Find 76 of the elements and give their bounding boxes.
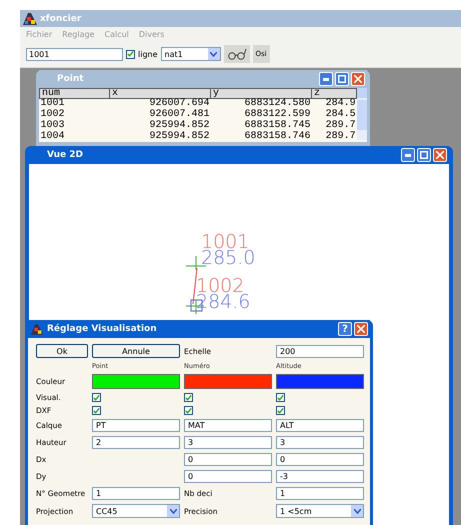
app-logo-icon xyxy=(22,12,38,26)
checkbox[interactable] xyxy=(276,406,285,415)
maximize-icon xyxy=(420,151,428,159)
table-cell-text: 284.5 xyxy=(324,110,357,120)
close-button[interactable] xyxy=(351,72,365,86)
close-icon xyxy=(354,75,362,83)
projection-select[interactable]: CC45 xyxy=(92,504,180,518)
table-cell-text: 289.7 xyxy=(324,131,357,142)
table-cell-text: 925994.852 xyxy=(148,131,210,142)
point-number-field[interactable]: 1001 xyxy=(26,48,123,60)
minimize-button[interactable] xyxy=(401,148,415,162)
close-button[interactable] xyxy=(433,148,447,162)
table-cell: 926007.694 xyxy=(110,98,210,110)
checkbox[interactable] xyxy=(92,406,101,415)
close-icon xyxy=(436,151,444,159)
color-swatch[interactable] xyxy=(92,374,180,389)
window-title: xfoncier xyxy=(40,14,82,24)
hauteur-field[interactable]: 2 xyxy=(92,436,180,449)
geometre-field[interactable]: 1 xyxy=(92,487,180,500)
window-title: Vue 2D xyxy=(47,150,84,160)
vertical-scrollbar[interactable] xyxy=(357,88,367,140)
calque-field[interactable]: ALT xyxy=(276,419,364,432)
column-header[interactable]: z xyxy=(312,88,357,98)
window-title: Réglage Visualisation xyxy=(47,324,157,334)
dy-field[interactable]: -3 xyxy=(276,470,364,483)
table-cell: 284.9 xyxy=(312,98,357,110)
link-line xyxy=(192,268,198,304)
nature-select[interactable]: nat1 xyxy=(160,47,221,61)
close-button[interactable] xyxy=(354,322,368,336)
color-swatch[interactable] xyxy=(184,374,272,389)
calque-field[interactable]: PT xyxy=(92,419,180,432)
dy-field[interactable]: 0 xyxy=(184,470,272,483)
checkbox[interactable] xyxy=(184,393,193,402)
checkbox[interactable] xyxy=(184,406,193,415)
checkbox[interactable] xyxy=(276,393,285,402)
table-cell-text: 289.7 xyxy=(324,120,357,131)
checkbox[interactable] xyxy=(92,393,101,402)
scale-field[interactable]: 200 xyxy=(276,344,364,358)
glasses-icon xyxy=(226,48,247,60)
line-checkbox[interactable] xyxy=(126,50,135,58)
table-cell: 1001 xyxy=(40,98,110,110)
calque-field[interactable]: MAT xyxy=(184,419,272,432)
minimize-icon xyxy=(405,154,411,156)
precision-select[interactable]: 1 <5cm xyxy=(276,504,364,518)
checkbox-label: ligne xyxy=(138,50,158,58)
column-header[interactable]: y xyxy=(210,88,312,98)
cancel-button[interactable]: Annule xyxy=(92,344,180,358)
checkmark-icon xyxy=(127,50,134,58)
table-cell-text: 6883122.599 xyxy=(243,110,312,120)
dx-field[interactable]: 0 xyxy=(276,453,364,466)
color-swatch[interactable] xyxy=(276,374,364,389)
maximize-icon xyxy=(338,75,346,83)
maximize-button[interactable] xyxy=(417,148,431,162)
help-button[interactable]: ? xyxy=(338,322,352,336)
maximize-button[interactable] xyxy=(335,72,349,86)
dx-field[interactable]: 0 xyxy=(184,453,272,466)
minimize-button[interactable] xyxy=(319,72,333,86)
minimize-icon xyxy=(323,78,329,80)
decimals-field[interactable]: 1 xyxy=(276,487,364,500)
table-cell-text: 1002 xyxy=(40,110,66,120)
table-cell-text: 6883158.745 xyxy=(243,120,312,131)
hauteur-field[interactable]: 3 xyxy=(276,436,364,449)
table-cell-text: 925994.852 xyxy=(148,120,210,131)
column-header[interactable]: num xyxy=(40,88,110,98)
table-cell: 6883124.580 xyxy=(210,98,312,110)
glasses-button[interactable] xyxy=(224,45,250,63)
table-cell-text: 926007.481 xyxy=(148,110,210,120)
table-cell-text: 1003 xyxy=(40,120,66,131)
table-cell-text: 6883158.746 xyxy=(243,131,312,142)
close-icon xyxy=(357,325,365,333)
table-cell-text: 1004 xyxy=(40,131,66,142)
hauteur-field[interactable]: 3 xyxy=(184,436,272,449)
column-header[interactable]: x xyxy=(110,88,210,98)
ok-button[interactable]: Ok xyxy=(36,344,88,358)
window-title: Point xyxy=(57,74,84,84)
app-logo-icon xyxy=(30,322,44,336)
